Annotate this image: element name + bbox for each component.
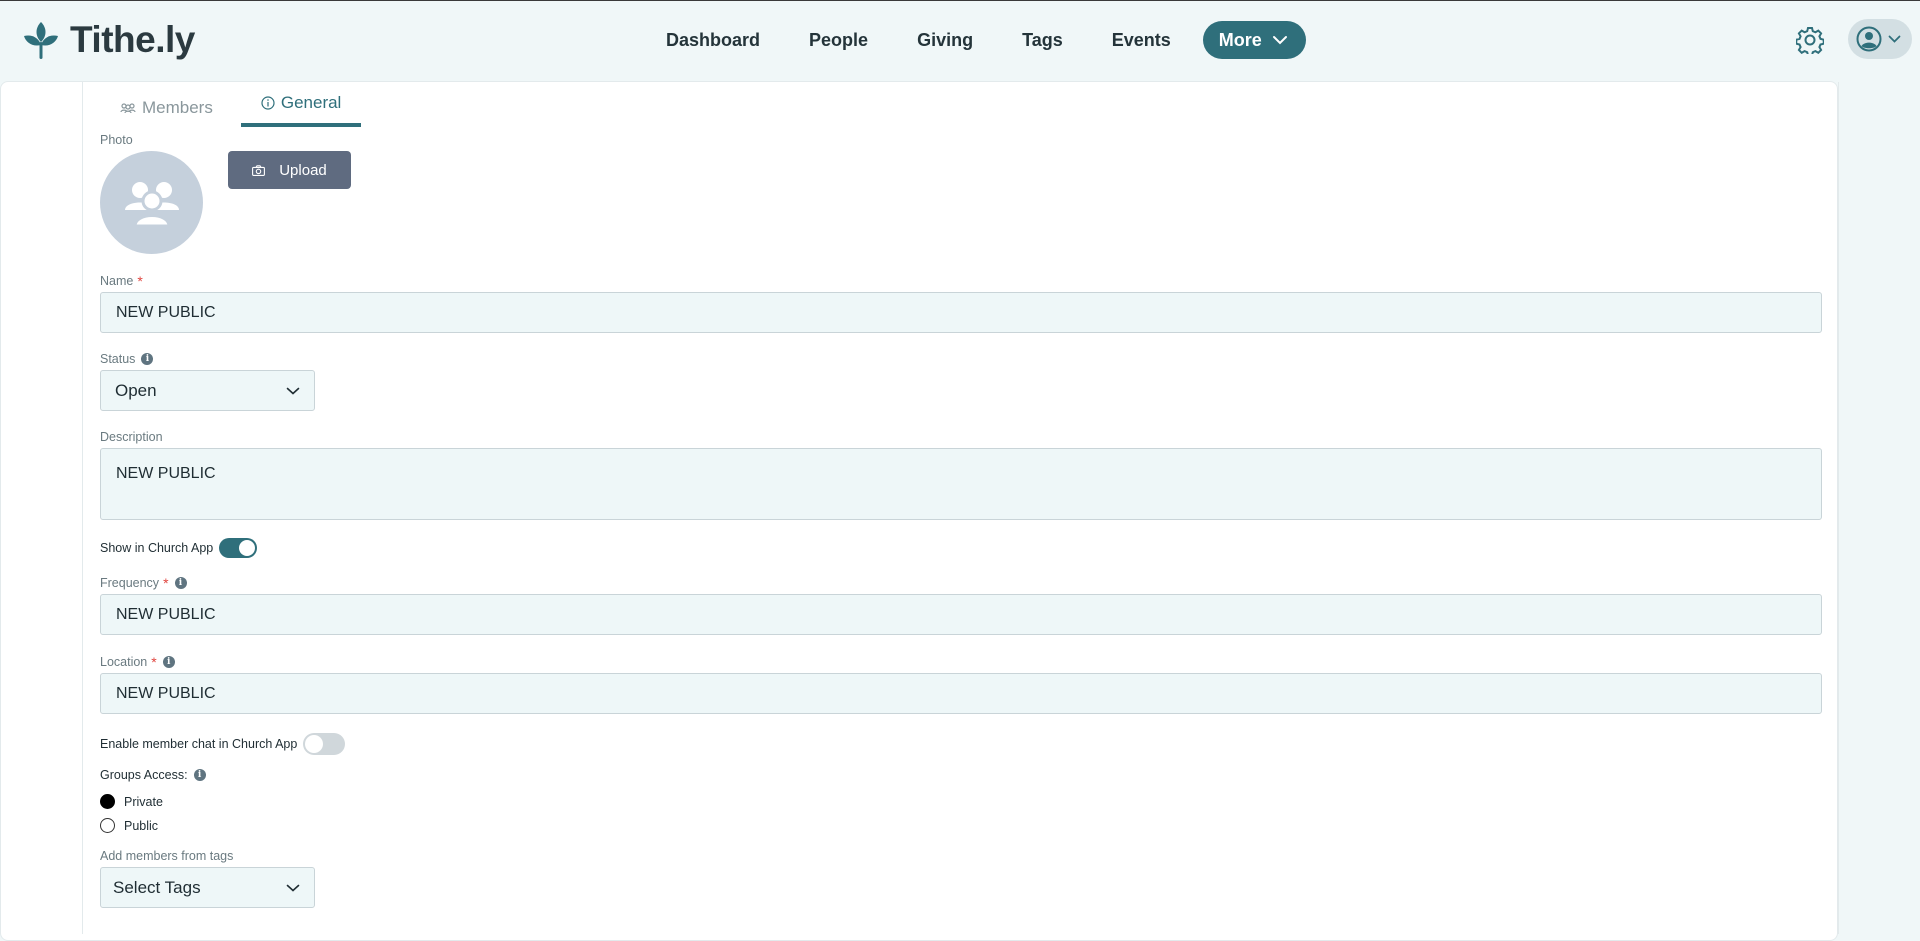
tab-general[interactable]: General (240, 88, 362, 127)
members-icon (120, 103, 136, 114)
show-in-app-row: Show in Church App (100, 538, 258, 558)
nav-giving[interactable]: Giving (917, 30, 973, 51)
member-chat-label: Enable member chat in Church App (100, 737, 298, 751)
top-navbar: Tithe.ly Dashboard People Giving Tags Ev… (0, 1, 1920, 81)
info-icon[interactable]: i (193, 769, 206, 781)
tags-placeholder: Select Tags (113, 877, 201, 897)
add-members-label: Add members from tags (100, 849, 233, 863)
location-input[interactable]: NEW PUBLIC (100, 673, 1822, 714)
info-icon[interactable]: i (174, 577, 187, 589)
location-label-text: Location (100, 655, 148, 669)
nav-people[interactable]: People (809, 30, 868, 51)
content-divider-right (1838, 82, 1839, 934)
tab-members-label: Members (142, 98, 213, 117)
frequency-label: Frequency * i (100, 575, 187, 591)
info-icon[interactable]: i (162, 656, 175, 668)
description-label: Description (100, 430, 163, 444)
nav-dashboard[interactable]: Dashboard (666, 30, 760, 51)
info-circle-icon (261, 95, 275, 110)
user-menu-button[interactable] (1848, 19, 1912, 59)
tithely-logo[interactable]: Tithe.ly (22, 19, 195, 61)
radio-public-label: Public (124, 818, 159, 833)
radio-private-label: Private (124, 794, 163, 809)
user-avatar-icon (1856, 26, 1882, 52)
groups-access-label: Groups Access: (100, 768, 188, 782)
leaf-logo-icon (24, 22, 58, 59)
show-in-app-toggle[interactable] (219, 538, 258, 558)
logo-text: Tithe.ly (70, 19, 195, 60)
radio-private-row[interactable]: Private (100, 794, 163, 809)
chevron-down-icon (1272, 36, 1287, 45)
radio-public[interactable] (100, 818, 115, 833)
photo-label-text: Photo (100, 133, 133, 147)
status-label-text: Status (100, 352, 136, 366)
chevron-down-icon (286, 884, 300, 892)
toggle-knob (305, 735, 324, 753)
tags-select[interactable]: Select Tags (100, 867, 315, 908)
chevron-down-icon (1888, 35, 1901, 43)
main-nav: Dashboard People Giving Tags Events More (652, 21, 1306, 59)
name-label: Name * (100, 273, 143, 289)
nav-tags[interactable]: Tags (1022, 30, 1063, 51)
radio-private[interactable] (100, 794, 115, 809)
nav-events[interactable]: Events (1112, 30, 1171, 51)
name-label-text: Name (100, 274, 134, 288)
more-label: More (1218, 29, 1262, 50)
tab-general-label: General (280, 92, 342, 112)
more-menu-button[interactable]: More (1202, 21, 1306, 59)
group-photo-avatar (100, 151, 203, 254)
description-textarea[interactable]: NEW PUBLIC (100, 448, 1822, 520)
member-chat-toggle[interactable] (303, 733, 346, 755)
status-select[interactable]: Open (100, 370, 315, 411)
required-asterisk: * (163, 575, 169, 591)
show-in-app-label: Show in Church App (100, 541, 214, 555)
radio-public-row[interactable]: Public (100, 818, 158, 833)
description-label-text: Description (100, 430, 163, 444)
member-chat-row: Enable member chat in Church App (100, 733, 346, 755)
group-tabs: Members General (100, 88, 362, 138)
add-members-label-text: Add members from tags (100, 849, 234, 863)
required-asterisk: * (137, 273, 143, 289)
groups-access-row: Groups Access: i (100, 768, 206, 782)
name-input[interactable]: NEW PUBLIC (100, 292, 1822, 333)
frequency-label-text: Frequency (100, 576, 160, 590)
info-icon[interactable]: i (141, 353, 154, 365)
group-people-icon (124, 181, 179, 226)
location-label: Location * i (100, 654, 175, 670)
tab-members[interactable]: Members (100, 88, 233, 138)
gear-icon[interactable] (1796, 26, 1824, 54)
content-divider-left (82, 82, 83, 934)
upload-button[interactable]: Upload (228, 151, 351, 189)
required-asterisk: * (151, 654, 157, 670)
upload-label: Upload (279, 161, 327, 179)
photo-label: Photo (100, 133, 133, 147)
camera-icon (252, 164, 266, 176)
chevron-down-icon (286, 387, 300, 395)
toggle-knob (239, 540, 256, 556)
status-value: Open (115, 380, 157, 400)
frequency-input[interactable]: NEW PUBLIC (100, 594, 1822, 635)
status-label: Status i (100, 352, 154, 366)
